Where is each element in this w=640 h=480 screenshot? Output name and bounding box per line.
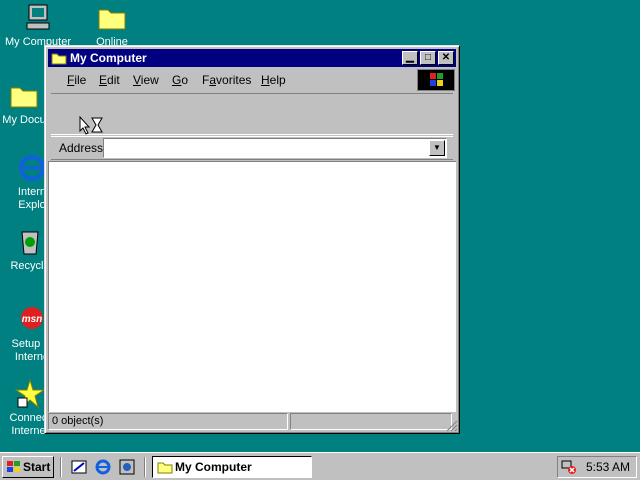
taskbar-button-my-computer[interactable]: My Computer: [152, 456, 312, 478]
clock[interactable]: 5:53 AM: [586, 457, 630, 477]
windows-logo-throbber: [417, 69, 455, 91]
standard-toolbar: [51, 93, 453, 135]
computer-icon: [26, 4, 50, 30]
start-button[interactable]: Start: [2, 456, 54, 478]
internet-explorer-icon[interactable]: [94, 458, 112, 476]
my-computer-window[interactable]: My Computer ▁ □ ✕ File Edit View Go Favo…: [44, 45, 460, 434]
status-object-count: 0 object(s): [48, 413, 288, 430]
address-bar: Address ▼: [51, 136, 453, 160]
close-button[interactable]: ✕: [438, 51, 454, 65]
menu-favorites[interactable]: Favorites: [202, 73, 251, 87]
address-dropdown-button[interactable]: ▼: [429, 140, 445, 156]
window-titlebar[interactable]: My Computer ▁ □ ✕: [48, 49, 456, 67]
start-label: Start: [23, 460, 51, 474]
taskbar-button-label: My Computer: [175, 460, 252, 474]
menu-view[interactable]: View: [133, 73, 159, 87]
windows-flag-icon: [430, 73, 443, 86]
file-list-pane[interactable]: [48, 161, 456, 412]
taskbar: Start My Computer 5:53 AM: [0, 452, 640, 480]
taskbar-separator: [60, 457, 62, 477]
minimize-icon: ▁: [406, 52, 414, 63]
busy-cursor-icon: [79, 116, 103, 135]
menu-edit[interactable]: Edit: [99, 73, 120, 87]
system-tray: 5:53 AM: [557, 456, 637, 478]
taskbar-separator: [144, 457, 146, 477]
desktop-icon-my-computer[interactable]: My Computer: [0, 2, 78, 49]
menu-bar: File Edit View Go Favorites Help: [51, 70, 411, 90]
chevron-down-icon: ▼: [433, 143, 441, 152]
recycle-bin-icon: [21, 231, 39, 255]
menu-go[interactable]: Go: [172, 73, 188, 87]
resize-grip-icon[interactable]: [446, 420, 458, 432]
windows-flag-icon: [7, 461, 20, 472]
desktop-icon-online[interactable]: Online: [72, 2, 152, 49]
show-desktop-icon[interactable]: [70, 458, 88, 476]
window-title: My Computer: [70, 51, 147, 65]
maximize-button[interactable]: □: [420, 51, 436, 65]
maximize-icon: □: [424, 52, 432, 63]
folder-icon: [98, 9, 126, 30]
connect-wizard-icon: [14, 378, 46, 409]
address-input[interactable]: ▼: [103, 138, 447, 158]
folder-icon: [51, 53, 67, 65]
network-offline-icon[interactable]: [561, 459, 577, 475]
status-bar: 0 object(s): [48, 413, 456, 430]
folder-icon: [10, 87, 38, 108]
folder-icon: [157, 462, 173, 474]
close-icon: ✕: [441, 52, 451, 63]
menu-file[interactable]: File: [67, 73, 86, 87]
channels-icon[interactable]: [118, 458, 136, 476]
status-panel-empty: [290, 413, 452, 430]
menu-help[interactable]: Help: [261, 73, 286, 87]
address-label: Address: [59, 141, 104, 155]
svg-text:msn: msn: [22, 314, 43, 325]
minimize-button[interactable]: ▁: [402, 51, 418, 65]
